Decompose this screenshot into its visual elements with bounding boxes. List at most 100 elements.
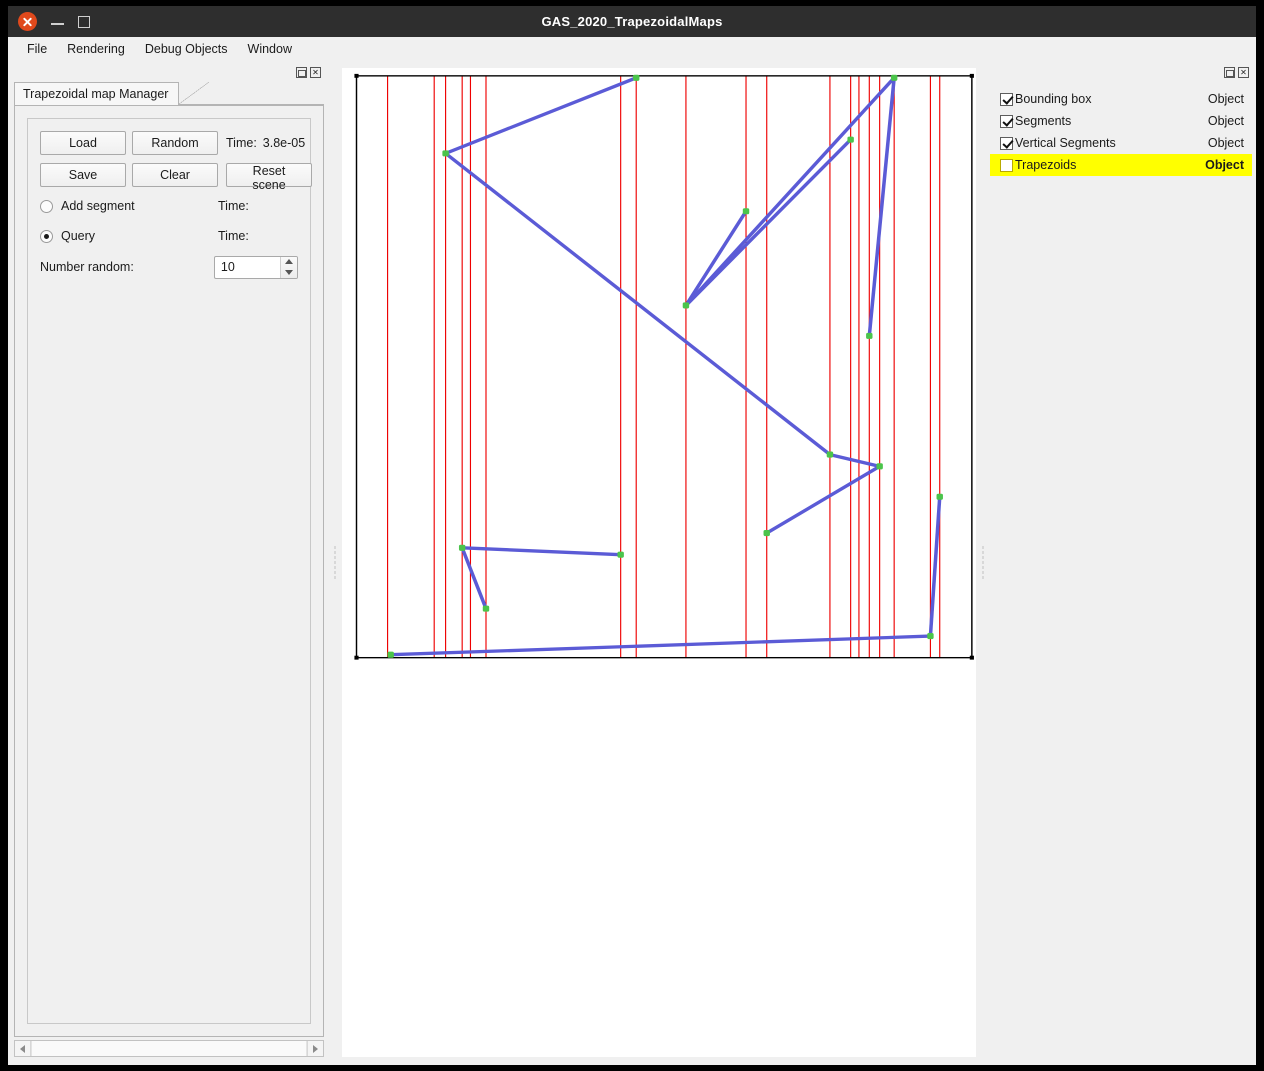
checkbox-icon[interactable]: [1000, 136, 1013, 150]
segment-vertex[interactable]: [876, 463, 883, 470]
segment-vertex[interactable]: [682, 302, 690, 309]
bounding-box-corner: [354, 655, 359, 660]
load-button[interactable]: Load: [40, 131, 126, 155]
arrow-left-icon[interactable]: [15, 1041, 31, 1056]
random-time-readout: Time: 3.8e-05: [226, 136, 305, 150]
object-type: Object: [1207, 114, 1244, 128]
random-time-label: Time:: [226, 136, 257, 150]
object-type: Object: [1205, 158, 1244, 172]
object-type: Object: [1207, 136, 1244, 150]
segment-vertex[interactable]: [866, 332, 873, 339]
checkbox-icon[interactable]: [1000, 158, 1013, 172]
segment-vertex[interactable]: [482, 605, 490, 612]
segment: [829, 452, 881, 468]
close-icon[interactable]: ✕: [1238, 66, 1249, 78]
window-title: GAS_2020_TrapezoidalMaps: [541, 14, 723, 29]
segment-vertex[interactable]: [763, 530, 770, 537]
segment-vertex[interactable]: [936, 493, 943, 500]
left-dock-panel: ✕ Trapezoidal map Manager Load Random Ti…: [8, 62, 328, 1061]
menu-item-debug-objects[interactable]: Debug Objects: [136, 39, 237, 59]
scrollbar-thumb[interactable]: [31, 1041, 307, 1056]
application-window: GAS_2020_TrapezoidalMaps File Rendering …: [8, 6, 1256, 1065]
radio-query-label: Query: [61, 229, 96, 243]
object-type: Object: [1207, 92, 1244, 106]
menu-bar: File Rendering Debug Objects Window: [8, 37, 1256, 62]
tab-trapezoidal-map-manager[interactable]: Trapezoidal map Manager: [14, 82, 180, 105]
arrow-right-icon[interactable]: [307, 1041, 323, 1056]
bounding-box-corner: [969, 655, 974, 660]
segment: [444, 152, 832, 456]
segment-vertex[interactable]: [387, 651, 394, 658]
segment: [684, 76, 896, 307]
radio-query[interactable]: Query: [40, 229, 218, 243]
scene-canvas[interactable]: [342, 68, 976, 1057]
mode-row-query: Query Time:: [40, 225, 298, 247]
query-time-readout: Time:: [218, 229, 255, 243]
radio-add-segment[interactable]: Add segment: [40, 199, 218, 213]
splitter-grip-icon: [982, 544, 984, 579]
segment: [867, 77, 896, 337]
menu-item-window[interactable]: Window: [239, 39, 301, 59]
checkbox-icon[interactable]: [1000, 92, 1013, 106]
radio-add-segment-label: Add segment: [61, 199, 135, 213]
stepper-up-icon[interactable]: [281, 257, 297, 268]
number-random-row: Number random:: [40, 255, 298, 279]
list-item[interactable]: Vertical Segments Object: [990, 132, 1252, 154]
left-dock-tabstrip: Trapezoidal map Manager: [14, 82, 324, 105]
object-name: Vertical Segments: [1015, 136, 1116, 150]
bounding-box-corner: [969, 73, 974, 78]
splitter-left[interactable]: [328, 62, 342, 1061]
object-name: Segments: [1015, 114, 1072, 128]
query-time-label: Time:: [218, 229, 249, 243]
segment-vertex[interactable]: [442, 150, 449, 157]
random-button[interactable]: Random: [132, 131, 218, 155]
segment-vertex[interactable]: [847, 136, 854, 143]
segment: [444, 76, 637, 155]
object-list: Bounding box Object Segments Object Vert…: [990, 82, 1252, 176]
segment-vertex[interactable]: [826, 451, 834, 458]
save-button[interactable]: Save: [40, 163, 126, 187]
checkbox-icon[interactable]: [1000, 114, 1013, 128]
splitter-right[interactable]: [976, 62, 990, 1061]
bounding-box-corner: [354, 73, 359, 78]
segment-vertex[interactable]: [617, 551, 624, 558]
close-icon[interactable]: ✕: [310, 66, 321, 78]
add-segment-time-readout: Time:: [218, 199, 255, 213]
radio-button-icon[interactable]: [40, 199, 53, 213]
stepper-arrows: [280, 256, 297, 278]
reset-scene-button[interactable]: Reset scene: [226, 163, 312, 192]
clear-button[interactable]: Clear: [132, 163, 218, 187]
splitter-grip-icon: [334, 544, 336, 579]
segment-vertex[interactable]: [632, 74, 640, 81]
segment-vertex[interactable]: [458, 544, 466, 551]
segment-vertex[interactable]: [927, 633, 934, 640]
segment: [460, 547, 488, 610]
bounding-box-layer: [354, 73, 974, 660]
float-window-icon[interactable]: [1224, 66, 1235, 78]
workspace: ✕ Trapezoidal map Manager Load Random Ti…: [8, 62, 1256, 1061]
trapezoidal-map-manager-panel: Load Random Time: 3.8e-05 Save Clear Rese…: [14, 105, 324, 1037]
segment-vertex[interactable]: [890, 74, 898, 81]
controls-row-1: Load Random Time: 3.8e-05: [40, 131, 305, 155]
list-item-selected[interactable]: Trapezoids Object: [990, 154, 1252, 176]
number-random-stepper[interactable]: [213, 255, 298, 279]
segments-layer: [390, 76, 942, 657]
right-dock-titlebar: ✕: [990, 62, 1252, 82]
controls-grid: Load Random Time: 3.8e-05 Save Clear Rese…: [40, 131, 312, 279]
object-name: Bounding box: [1015, 92, 1092, 106]
menu-item-rendering[interactable]: Rendering: [58, 39, 134, 59]
tabstrip-filler: [209, 104, 324, 105]
stepper-down-icon[interactable]: [281, 267, 297, 278]
segment: [928, 496, 942, 637]
left-dock-titlebar: ✕: [14, 62, 324, 82]
list-item[interactable]: Bounding box Object: [990, 88, 1252, 110]
menu-item-file[interactable]: File: [18, 39, 56, 59]
list-item[interactable]: Segments Object: [990, 110, 1252, 132]
left-dock-horizontal-scrollbar[interactable]: [14, 1040, 324, 1057]
tab-slant-decoration: [179, 82, 210, 105]
number-random-input[interactable]: [214, 256, 280, 278]
float-window-icon[interactable]: [296, 66, 307, 78]
segment-vertex[interactable]: [742, 208, 750, 215]
status-strip: [8, 1061, 1256, 1065]
radio-button-selected-icon[interactable]: [40, 229, 53, 243]
